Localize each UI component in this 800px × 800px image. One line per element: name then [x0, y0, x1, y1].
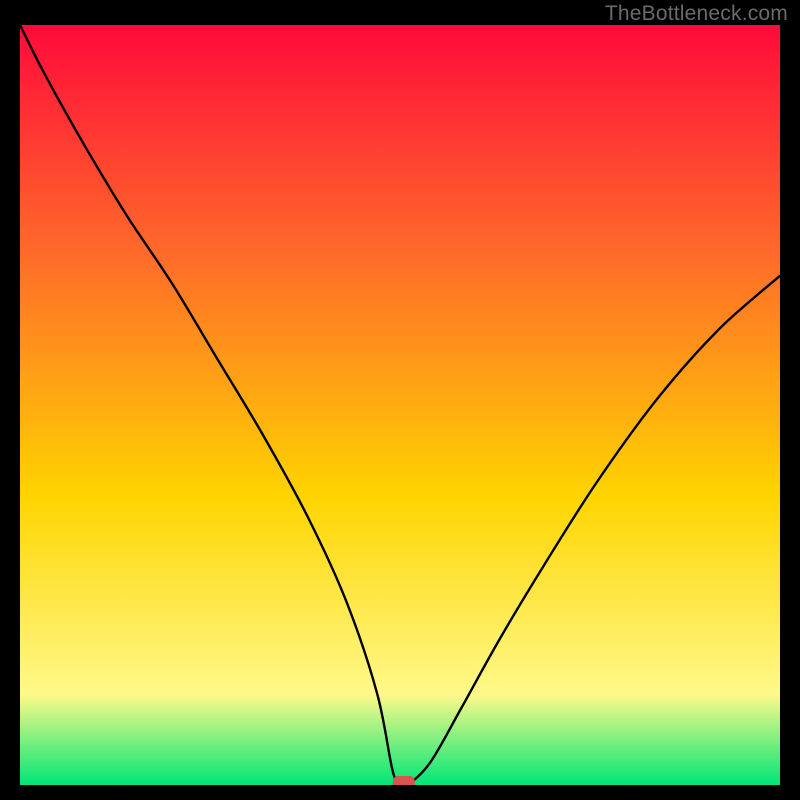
gradient-background [20, 25, 780, 785]
chart-frame [20, 25, 780, 785]
watermark-text: TheBottleneck.com [605, 2, 788, 26]
bottleneck-marker [393, 776, 415, 785]
bottleneck-chart-svg [20, 25, 780, 785]
